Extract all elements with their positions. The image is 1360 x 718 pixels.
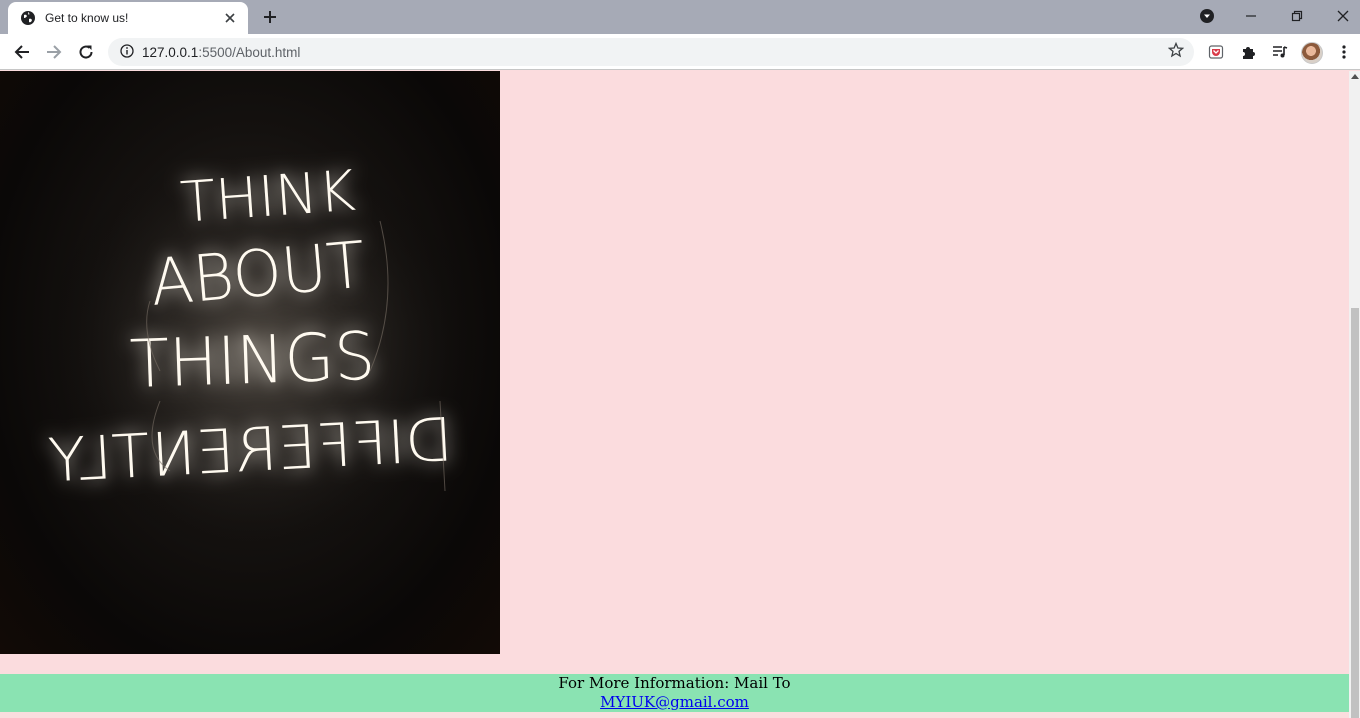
chevron-down-circle-icon — [1200, 9, 1214, 23]
url-text[interactable]: 127.0.0.1:5500/About.html — [142, 45, 1168, 60]
browser-tab[interactable]: Get to know us! — [8, 2, 248, 34]
scroll-up-arrow-icon[interactable] — [1351, 74, 1359, 79]
minimize-icon — [1246, 15, 1256, 17]
footer: For More Information: Mail To MYIUK@gmai… — [0, 674, 1349, 712]
reload-button[interactable] — [72, 38, 100, 66]
new-tab-button[interactable] — [258, 6, 282, 28]
arrow-right-icon — [47, 45, 62, 59]
info-icon[interactable] — [120, 43, 134, 62]
tab-title: Get to know us! — [45, 11, 129, 25]
close-tab-icon[interactable] — [222, 10, 238, 26]
puzzle-icon — [1243, 47, 1255, 59]
kebab-menu-icon — [1342, 45, 1346, 59]
restore-button[interactable] — [1274, 0, 1320, 32]
browser-toolbar: 127.0.0.1:5500/About.html — [0, 34, 1360, 70]
page-viewport: THINK ABOUT THINGS DIFFERENTLY For More … — [0, 71, 1349, 718]
close-window-button[interactable] — [1320, 0, 1360, 32]
scrollbar-thumb[interactable] — [1351, 308, 1359, 718]
globe-icon — [20, 10, 36, 26]
email-link[interactable]: MYIUK@gmail.com — [600, 693, 749, 711]
close-icon — [1337, 10, 1349, 22]
extensions-button[interactable] — [1234, 38, 1262, 66]
pocket-icon — [1208, 45, 1224, 59]
playlist-icon — [1273, 46, 1288, 58]
neon-sign-image: THINK ABOUT THINGS DIFFERENTLY — [0, 71, 500, 654]
tab-strip: Get to know us! — [0, 0, 1360, 34]
reload-icon — [79, 45, 93, 59]
pocket-extension-button[interactable] — [1202, 38, 1230, 66]
plus-icon — [264, 11, 276, 23]
back-button[interactable] — [8, 38, 36, 66]
neon-line-1: THINK — [178, 159, 357, 236]
bookmark-star-icon[interactable] — [1167, 41, 1185, 62]
arrow-left-icon — [14, 45, 29, 59]
minimize-button[interactable] — [1228, 0, 1274, 32]
profile-avatar[interactable] — [1301, 42, 1323, 64]
tab-search-button[interactable] — [1184, 0, 1230, 32]
browser-menu-button[interactable] — [1330, 38, 1358, 66]
footer-text: For More Information: Mail To — [558, 674, 791, 692]
media-control-button[interactable] — [1266, 38, 1294, 66]
url-host: 127.0.0.1 — [142, 44, 199, 60]
address-bar[interactable]: 127.0.0.1:5500/About.html — [108, 38, 1194, 66]
neon-line-3: THINGS — [129, 318, 377, 404]
forward-button[interactable] — [40, 38, 68, 66]
url-path: :5500/About.html — [198, 44, 301, 60]
restore-icon — [1291, 10, 1303, 22]
